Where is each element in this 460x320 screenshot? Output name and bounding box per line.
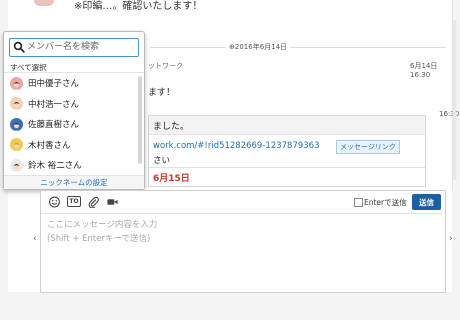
avatar [10,76,23,90]
member-list-item[interactable]: 鈴木 裕二さん [4,155,144,176]
avatar [10,138,23,152]
chevron-left-icon[interactable]: ‹ [33,234,37,244]
emoji-icon[interactable] [48,196,61,208]
send-button[interactable]: 送信 [412,194,441,210]
avatar [10,158,23,172]
member-list-item[interactable]: 田中優子さん [4,73,144,94]
member-name: 田中優子さん [28,79,80,90]
composer-toolbar: TO Enterで送信 送信 [41,191,445,213]
highlighted-date: 6月15日 [153,174,190,184]
avatar [10,117,23,131]
message-composer: TO Enterで送信 送信 [40,190,446,293]
mention-member-dropdown: すべて選択 田中優子さん中村浩一さん佐藤直樹さん木村香さん鈴木 裕二さん ニック… [3,31,145,190]
chevron-right-icon[interactable]: › [449,234,453,244]
enter-to-send-checkbox[interactable] [354,198,363,207]
member-list-item[interactable]: 中村浩一さん [4,94,144,115]
member-search-box [9,38,139,57]
message-text: ます！ [148,88,176,98]
avatar [34,0,54,6]
video-icon[interactable] [106,196,119,208]
member-list-item[interactable]: 木村香さん [4,135,144,156]
quoted-message: ました。 work.com/#!rid51282669-1237879363 メ… [148,115,426,187]
member-search-input[interactable] [27,40,133,54]
member-name: 鈴木 裕二さん [28,161,82,172]
to-icon[interactable]: TO [67,196,81,207]
divider [149,167,425,168]
date-separator-text: 2016年6月14日 [234,43,288,51]
message-time: 6月14日 16:30 [410,62,438,79]
avatar [10,97,23,111]
attachment-icon[interactable] [87,196,100,208]
quote-header: ました。 [149,116,425,135]
bottom-band [0,292,460,320]
message-link-badge[interactable]: メッセージリンク [336,140,400,154]
message-sender: ットワーク [148,62,183,70]
search-icon [13,41,25,53]
message-link[interactable]: work.com/#!rid51282669-1237879363 [153,141,319,151]
message-input[interactable] [41,213,443,290]
message-text: さい [153,156,171,166]
member-name: 佐藤直樹さん [28,120,80,131]
nickname-settings-link[interactable]: ニックネームの設定 [4,175,144,189]
member-name: 木村香さん [28,140,71,151]
member-list-item[interactable]: 佐藤直樹さん [4,114,144,135]
date-separator-line [150,47,446,48]
member-name: 中村浩一さん [28,99,80,110]
member-list: 田中優子さん 中村浩一さん 佐藤直樹さん 木村香さん鈴木 裕二さん [4,72,144,177]
enter-to-send-label: Enterで送信 [364,198,407,207]
date-separator: ⊕2016年6月14日 [226,42,291,52]
message-text: ※印編…。確認いたします！ [74,1,203,12]
timeline-scrollbar[interactable] [452,20,457,180]
member-list-scrollbar[interactable] [138,76,142,164]
